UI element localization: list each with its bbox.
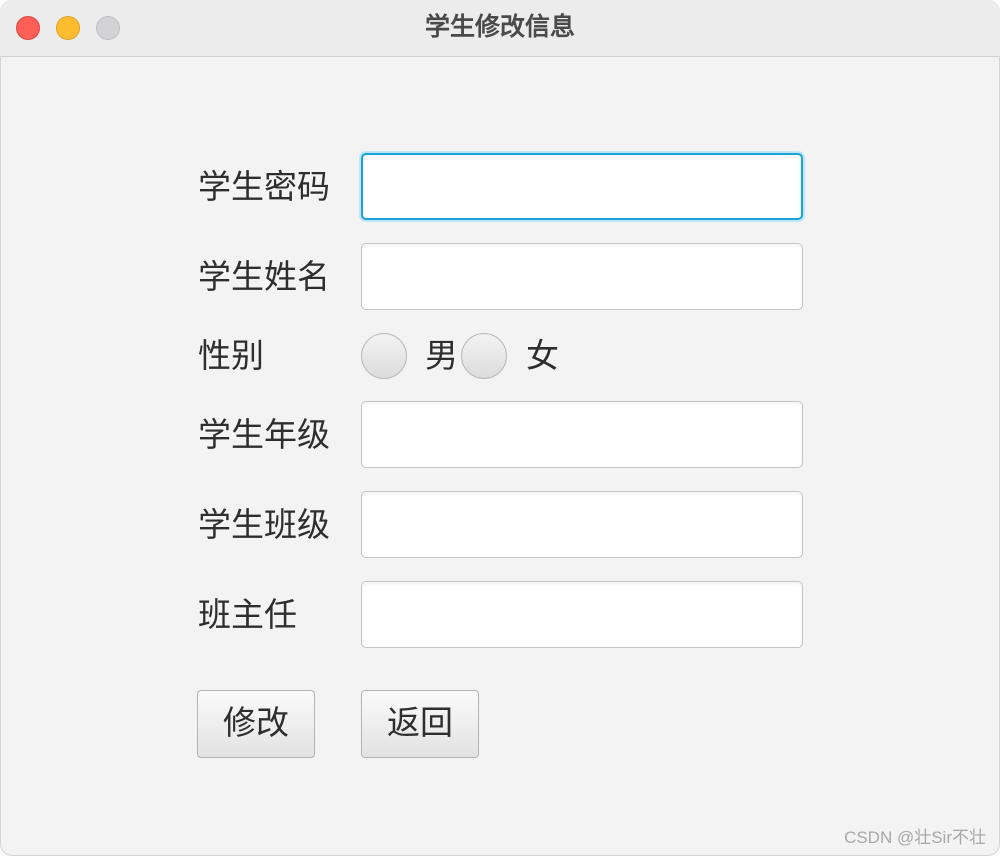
password-input[interactable]	[361, 153, 803, 220]
back-button[interactable]: 返回	[361, 690, 479, 758]
app-window: 学生修改信息 学生密码 学生姓名 性别 男 女 学生年级 学生班级 班主任 修改…	[0, 0, 1000, 856]
gender-female-radio[interactable]	[461, 333, 507, 379]
class-input[interactable]	[361, 491, 803, 558]
window-title: 学生修改信息	[424, 12, 575, 41]
grade-input[interactable]	[361, 401, 803, 468]
name-label: 学生姓名	[198, 257, 330, 296]
grade-label: 学生年级	[198, 415, 330, 454]
class-label: 学生班级	[198, 505, 330, 544]
gender-male-label[interactable]: 男	[425, 336, 458, 376]
modify-button[interactable]: 修改	[197, 690, 315, 758]
gender-label: 性别	[198, 336, 264, 375]
head-teacher-input[interactable]	[361, 581, 803, 648]
title-bar[interactable]: 学生修改信息	[0, 0, 1000, 57]
watermark-text: CSDN @壮Sir不壮	[844, 828, 986, 847]
gender-female-label[interactable]: 女	[526, 336, 559, 376]
head-teacher-label: 班主任	[198, 595, 297, 634]
password-label: 学生密码	[198, 167, 330, 206]
name-input[interactable]	[361, 243, 803, 310]
gender-male-radio[interactable]	[361, 333, 407, 379]
